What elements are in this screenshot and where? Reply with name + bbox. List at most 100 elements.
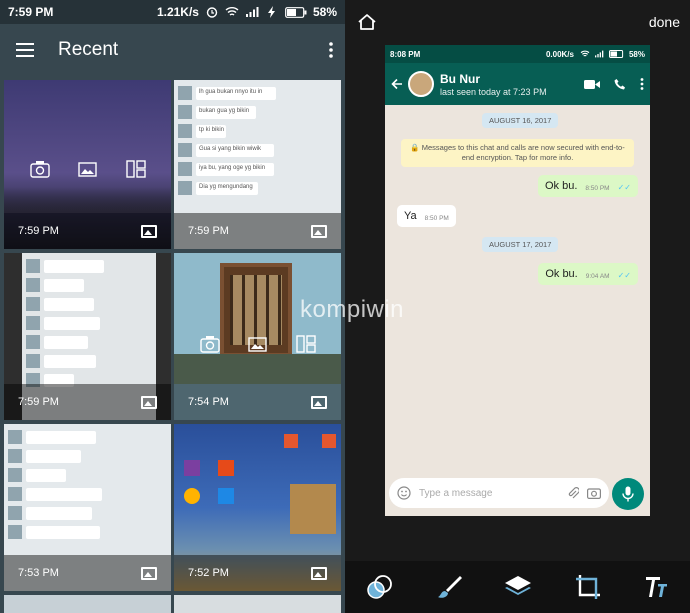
message-text: Ok bu. <box>544 180 578 192</box>
wifi-icon <box>225 7 239 16</box>
status-bar: 7:59 PM 1.21K/s 58% <box>0 0 345 24</box>
phone-wifi-icon <box>580 50 590 57</box>
tile-time: 7:59 PM <box>18 225 59 237</box>
layout-icon <box>126 160 146 178</box>
charging-icon <box>267 6 275 18</box>
message-input[interactable]: Type a message <box>419 488 559 499</box>
alarm-icon <box>206 7 218 18</box>
editor-toolbar <box>345 561 690 613</box>
text-tool-icon[interactable] <box>643 574 669 600</box>
tile-overlay: 7:59 PM <box>4 213 171 249</box>
done-button[interactable]: done <box>649 14 680 30</box>
camera-icon <box>30 161 50 178</box>
gallery-panel: 7:59 PM 1.21K/s 58% Recent 7:59 PM lh gu… <box>0 0 345 613</box>
video-call-icon[interactable] <box>584 79 600 90</box>
read-ticks-icon: ✓✓ <box>617 183 631 192</box>
tile-time: 7:59 PM <box>188 225 229 237</box>
recent-grid: 7:59 PM lh gua bukan nnyo itu in bukan g… <box>0 76 345 613</box>
thumb-chat-line: lh gua bukan nnyo itu in <box>196 86 276 100</box>
phone-battery-level: 58% <box>628 49 645 59</box>
screenshot-preview: 8:08 PM 0.00K/s 58% Bu Nur last seen tod… <box>385 45 650 516</box>
attach-icon[interactable] <box>567 486 579 500</box>
phone-status-bar: 8:08 PM 0.00K/s 58% <box>385 45 650 63</box>
tile-time: 7:59 PM <box>18 396 59 408</box>
emoji-icon[interactable] <box>397 486 411 500</box>
home-icon[interactable] <box>357 13 377 31</box>
recent-tile[interactable]: 7:59 PM <box>4 80 171 249</box>
signal-icon <box>245 7 259 17</box>
tile-overlay: 7:54 PM <box>174 384 341 420</box>
last-seen: last seen today at 7:23 PM <box>440 86 547 97</box>
message-input-bar[interactable]: Type a message <box>389 478 609 508</box>
date-chip: AUGUST 17, 2017 <box>482 237 559 252</box>
watermark-text: kompiwin <box>300 296 405 323</box>
thumb-chat-line: Gua si yang bikin wiwik <box>196 143 274 157</box>
contact-info[interactable]: Bu Nur last seen today at 7:23 PM <box>440 72 584 97</box>
contact-name: Bu Nur <box>440 71 480 86</box>
tile-time: 7:53 PM <box>18 567 59 579</box>
thumb-chat-line: tp ki bikin <box>196 124 226 138</box>
date-chip: AUGUST 16, 2017 <box>482 113 559 128</box>
app-bar: Recent <box>0 24 345 76</box>
brush-icon[interactable] <box>436 574 463 600</box>
tile-overlay: 7:59 PM <box>4 384 171 420</box>
phone-call-icon[interactable] <box>614 78 626 90</box>
image-icon <box>311 224 327 238</box>
contact-avatar[interactable] <box>408 71 434 97</box>
recent-tile[interactable]: lh gua bukan nnyo itu in bukan gua yg bi… <box>174 80 341 249</box>
image-icon <box>141 224 157 238</box>
editor-topbar: done <box>345 0 690 44</box>
gallery-icon <box>248 337 267 352</box>
phone-signal-icon <box>594 50 604 58</box>
thumb-chat-line: Dia yg mengundang <box>196 181 258 195</box>
status-time: 7:59 PM <box>8 5 54 19</box>
layers-icon[interactable] <box>504 575 532 599</box>
recent-tile[interactable]: 7:59 PM <box>4 253 171 420</box>
gallery-icon <box>78 162 97 177</box>
message-text: Ok bu. <box>545 268 578 280</box>
message-outgoing[interactable]: Ok bu. 8:50 PM ✓✓ <box>537 175 638 197</box>
chat-area: AUGUST 16, 2017 🔒 Messages to this chat … <box>385 105 650 477</box>
back-arrow-icon[interactable] <box>391 78 403 90</box>
chat-more-icon[interactable] <box>640 78 644 90</box>
recent-tile[interactable]: 7:53 PM <box>4 424 171 591</box>
message-time: 8:50 PM <box>585 185 610 192</box>
recent-tile[interactable] <box>174 595 341 613</box>
blend-circles-icon[interactable] <box>366 574 394 600</box>
phone-network-speed: 0.00K/s <box>545 49 574 59</box>
message-outgoing[interactable]: Ok bu. 9:04 AM ✓✓ <box>538 263 638 285</box>
message-incoming[interactable]: Ya 8:50 PM <box>397 205 456 227</box>
encryption-text: Messages to this chat and calls are now … <box>421 143 625 162</box>
image-icon <box>141 566 157 580</box>
lock-icon: 🔒 <box>410 143 420 152</box>
message-time: 8:50 PM <box>424 215 449 222</box>
thumb-chat-line: bukan gua yg bikin <box>196 105 256 119</box>
phone-battery-icon <box>608 50 624 58</box>
recent-tile[interactable] <box>4 595 171 613</box>
image-icon <box>311 566 327 580</box>
image-icon <box>141 395 157 409</box>
image-icon <box>311 395 327 409</box>
voice-message-button[interactable] <box>612 478 644 510</box>
layout-icon <box>296 335 316 353</box>
camera-icon <box>200 336 220 353</box>
encryption-notice[interactable]: 🔒 Messages to this chat and calls are no… <box>401 139 634 167</box>
menu-icon[interactable] <box>16 43 34 57</box>
recent-tile[interactable]: 7:52 PM <box>174 424 341 591</box>
tile-overlay: 7:53 PM <box>4 555 171 591</box>
network-speed: 1.21K/s <box>156 5 199 19</box>
tile-overlay: 7:52 PM <box>174 555 341 591</box>
crop-icon[interactable] <box>575 574 601 600</box>
page-title: Recent <box>58 39 119 60</box>
message-time: 9:04 AM <box>585 273 610 280</box>
more-vertical-icon[interactable] <box>329 42 333 58</box>
tile-time: 7:54 PM <box>188 396 229 408</box>
camera-icon[interactable] <box>587 487 601 499</box>
tile-overlay: 7:59 PM <box>174 213 341 249</box>
battery-level: 58% <box>312 5 337 19</box>
mic-icon <box>622 486 634 502</box>
message-text: Ya <box>404 210 417 222</box>
read-ticks-icon: ✓✓ <box>617 271 631 280</box>
recent-tile[interactable]: 7:54 PM <box>174 253 341 420</box>
screen: 7:59 PM 1.21K/s 58% Recent 7:59 PM lh gu… <box>0 0 690 613</box>
